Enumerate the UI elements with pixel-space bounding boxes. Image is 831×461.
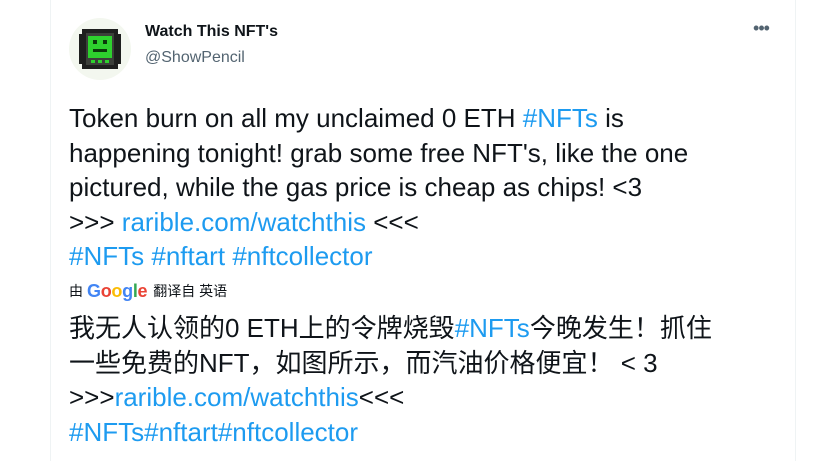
hashtag-link[interactable]: #nftcollector	[218, 417, 358, 447]
text-segment: is	[597, 103, 624, 133]
text-segment: 一些免费的NFT，如图所示，而汽油价格便宜！ < 3	[69, 347, 658, 378]
text-segment: <<<	[358, 382, 405, 412]
google-logo-letter: G	[87, 280, 101, 301]
translation-attribution: 由 Google 翻译自 英语	[69, 280, 227, 302]
google-logo-letter: o	[100, 280, 112, 301]
translation-line: 我无人认领的0 ETH上的令牌烧毁#NFTs今晚发生！抓住	[69, 311, 781, 346]
hashtag-link[interactable]: #nftcollector	[232, 241, 372, 271]
text-segment: >>>	[69, 206, 122, 237]
url-link[interactable]: rarible.com/watchthis	[115, 382, 359, 412]
translated-tweet-text: 我无人认领的0 ETH上的令牌烧毁#NFTs今晚发生！抓住 一些免费的NFT，如图…	[69, 311, 781, 449]
text-segment: <<<	[365, 206, 419, 237]
text-segment: pictured, while the gas price is cheap a…	[69, 172, 643, 202]
tweet-line: >>> rarible.com/watchthis <<<	[69, 205, 781, 240]
text-segment: happening tonight! grab some free NFT's,…	[69, 137, 689, 168]
hashtag-link[interactable]: #nftart	[144, 417, 218, 447]
author-display-name[interactable]: Watch This NFT's	[145, 23, 278, 41]
hashtag-link[interactable]: #NFTs	[69, 241, 144, 271]
hashtag-link[interactable]: #NFTs	[455, 313, 530, 343]
google-logo-icon[interactable]: Google	[87, 280, 148, 302]
text-segment: Token burn on all my unclaimed 0 ETH	[69, 103, 523, 133]
translation-line: 一些免费的NFT，如图所示，而汽油价格便宜！ < 3	[69, 346, 781, 381]
google-logo-letter: o	[111, 280, 123, 301]
tweet-card: Watch This NFT's @ShowPencil ••• Token b…	[50, 0, 796, 461]
url-link[interactable]: rarible.com/watchthis	[122, 207, 366, 237]
google-logo-letter: e	[137, 280, 148, 301]
translated-by-label: 由	[69, 283, 83, 299]
hashtag-link[interactable]: #nftart	[151, 241, 225, 271]
text-segment: 我无人认领的0 ETH上的令牌烧毁	[69, 313, 455, 343]
text-segment: >>>	[69, 382, 115, 412]
translation-line: >>>rarible.com/watchthis<<<	[69, 380, 781, 415]
tweet-text: Token burn on all my unclaimed 0 ETH #NF…	[69, 101, 781, 274]
translated-from-label: 翻译自 英语	[153, 283, 228, 299]
tweet-line: happening tonight! grab some free NFT's,…	[69, 136, 781, 171]
avatar[interactable]	[69, 18, 131, 80]
text-segment: 今晚发生！抓住	[529, 313, 712, 343]
more-options-icon[interactable]: •••	[749, 19, 773, 40]
hashtag-link[interactable]: #NFTs	[69, 417, 144, 447]
tweet-line: pictured, while the gas price is cheap a…	[69, 170, 781, 205]
author-handle[interactable]: @ShowPencil	[145, 49, 245, 67]
tweet-line: Token burn on all my unclaimed 0 ETH #NF…	[69, 101, 781, 136]
translation-line: #NFTs#nftart#nftcollector	[69, 415, 781, 450]
hashtag-link[interactable]: #NFTs	[523, 103, 598, 133]
tweet-line: #NFTs #nftart #nftcollector	[69, 239, 781, 274]
google-logo-letter: g	[122, 280, 133, 301]
robot-avatar-icon	[79, 29, 121, 69]
